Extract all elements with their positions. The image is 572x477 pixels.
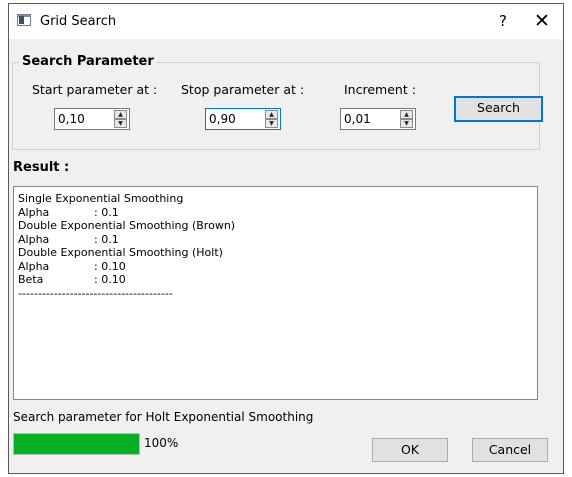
progress-percent: 100% (144, 436, 179, 450)
start-parameter-label: Start parameter at : (32, 82, 158, 97)
result-line: --------------------------------------- (18, 286, 173, 300)
result-line: Alpha : 0.1 (18, 233, 537, 247)
close-button[interactable]: ✕ (525, 4, 559, 39)
result-line: Alpha : 0.1 (18, 206, 537, 220)
result-key: Beta (18, 273, 44, 286)
spin-down-icon[interactable]: ▼ (114, 119, 127, 128)
progress-fill (14, 434, 139, 454)
result-value: : 0.1 (94, 232, 119, 246)
result-key: Alpha (18, 205, 50, 219)
result-line: Alpha : 0.10 (18, 260, 537, 274)
help-button[interactable]: ? (486, 4, 520, 39)
cancel-button[interactable]: Cancel (472, 438, 548, 462)
spin-down-icon[interactable]: ▼ (265, 119, 278, 128)
search-button[interactable]: Search (454, 96, 543, 122)
search-parameter-title: Search Parameter (19, 54, 157, 69)
increment-spinbox[interactable]: ▲ ▼ (340, 108, 416, 130)
start-parameter-input[interactable] (55, 109, 112, 129)
spin-up-icon[interactable]: ▲ (114, 110, 127, 119)
spin-down-icon[interactable]: ▼ (400, 119, 413, 128)
stop-parameter-input[interactable] (206, 109, 263, 129)
status-text: Search parameter for Holt Exponential Sm… (13, 410, 314, 424)
result-text-area[interactable]: Single Exponential Smoothing Alpha: 0.1 … (13, 186, 538, 400)
result-line: Double Exponential Smoothing (Holt) (18, 246, 223, 259)
result-value: : 0.1 (94, 205, 119, 219)
result-title: Result : (13, 160, 70, 175)
spin-up-icon[interactable]: ▲ (400, 110, 413, 119)
result-line: Single Exponential Smoothing (18, 192, 184, 205)
result-key: Alpha (18, 232, 50, 246)
title-bar: Grid Search ? ✕ (9, 4, 563, 39)
stop-parameter-label: Stop parameter at : (181, 82, 305, 97)
result-line: Beta : 0.10 (18, 273, 537, 287)
increment-input[interactable] (341, 109, 398, 129)
result-key: Alpha (18, 259, 50, 273)
spin-up-icon[interactable]: ▲ (265, 110, 278, 119)
ok-button[interactable]: OK (372, 438, 448, 462)
increment-label: Increment : (344, 82, 416, 97)
progress-bar (13, 433, 140, 455)
start-parameter-spinbox[interactable]: ▲ ▼ (54, 108, 130, 130)
app-icon (17, 14, 31, 26)
result-line: Double Exponential Smoothing (Brown) (18, 219, 236, 232)
result-value: : 0.10 (94, 273, 126, 286)
result-value: : 0.10 (94, 259, 126, 273)
window-title: Grid Search (40, 14, 117, 29)
stop-parameter-spinbox[interactable]: ▲ ▼ (205, 108, 281, 130)
